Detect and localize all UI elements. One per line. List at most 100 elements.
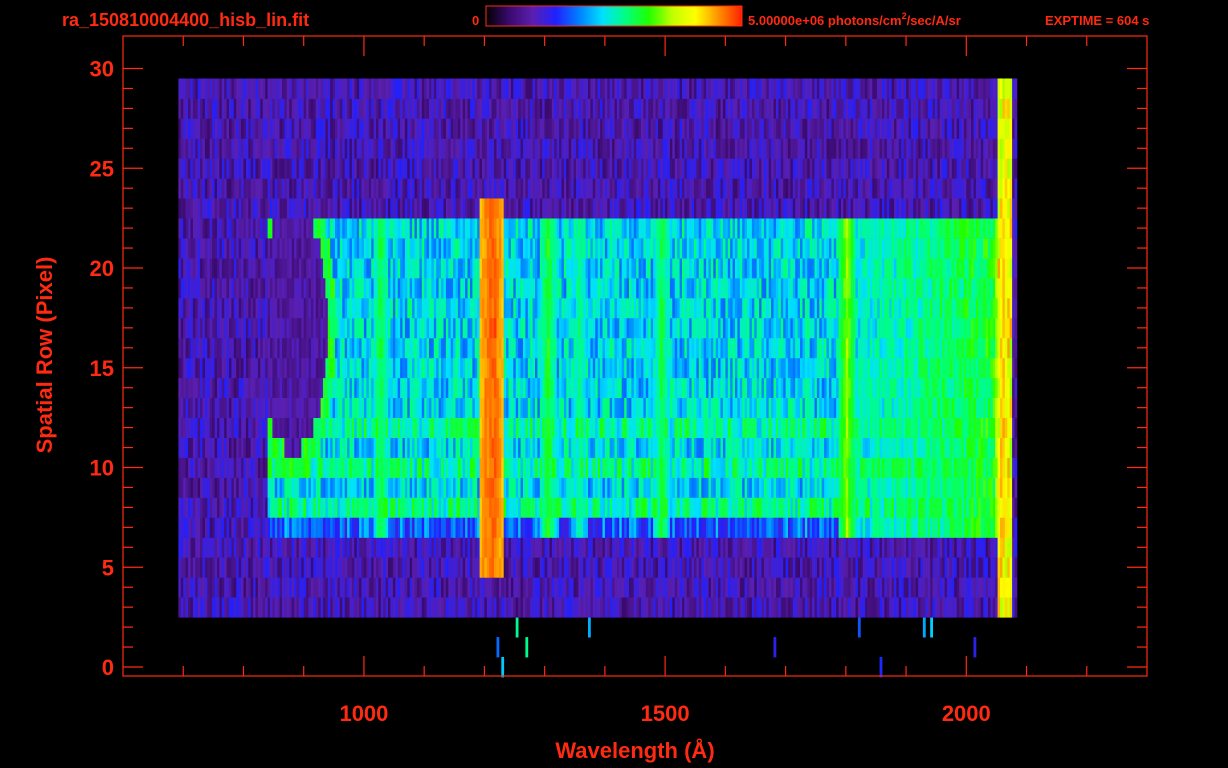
heatmap-cell — [983, 337, 986, 359]
heatmap-cell — [392, 537, 396, 558]
heatmap-cell — [250, 357, 254, 379]
heatmap-cell — [843, 337, 847, 359]
heatmap-cell — [877, 377, 880, 398]
heatmap-cell — [431, 437, 435, 458]
heatmap-cell — [518, 377, 521, 398]
heatmap-cell — [414, 397, 418, 418]
heatmap-cell — [489, 337, 492, 359]
heatmap-cell — [607, 397, 611, 418]
heatmap-cell — [975, 417, 979, 438]
heatmap-cell — [800, 537, 803, 558]
heatmap-cell — [898, 577, 902, 598]
heatmap-cell — [414, 497, 418, 518]
heatmap-cell — [310, 557, 314, 578]
heatmap-cell — [951, 337, 955, 359]
heatmap-cell — [453, 537, 456, 558]
heatmap-cell — [843, 577, 847, 598]
heatmap-cell — [684, 437, 688, 458]
heatmap-cell — [667, 517, 671, 538]
heatmap-cell — [433, 337, 437, 359]
heatmap-cell — [554, 517, 558, 538]
heatmap-cell — [202, 437, 206, 458]
heatmap-cell — [318, 477, 321, 498]
heatmap-cell — [641, 397, 644, 418]
heatmap-cell — [592, 377, 596, 398]
heatmap-cell — [898, 377, 902, 398]
heatmap-cell — [282, 457, 285, 478]
heatmap-cell — [833, 597, 837, 618]
heatmap-cell — [378, 477, 382, 498]
heatmap-cell — [684, 557, 688, 578]
heatmap-cell — [920, 497, 924, 518]
heatmap-cell — [503, 337, 507, 359]
heatmap-cell — [855, 457, 859, 478]
heatmap-cell — [590, 497, 594, 518]
heatmap-cell — [453, 517, 456, 538]
heatmap-cell — [248, 577, 252, 598]
heatmap-cell — [845, 357, 849, 379]
heatmap-cell — [356, 397, 360, 418]
heatmap-cell — [445, 497, 449, 518]
heatmap-cell — [402, 357, 406, 379]
heatmap-cell — [344, 417, 348, 438]
heatmap-cell — [301, 597, 305, 618]
heatmap-cell — [390, 337, 394, 359]
heatmap-cell — [759, 377, 762, 398]
heatmap-cell — [992, 517, 996, 538]
heatmap-cell — [800, 477, 803, 498]
heatmap-cell — [896, 417, 900, 438]
heatmap-cell — [980, 477, 984, 498]
heatmap-cell — [631, 537, 635, 558]
heatmap-cell — [484, 577, 488, 598]
heatmap-image — [178, 78, 1018, 678]
heatmap-cell — [843, 557, 847, 578]
heatmap-cell — [392, 377, 396, 398]
heatmap-cell — [949, 377, 953, 398]
heatmap-cell — [436, 597, 439, 618]
heatmap-cell — [354, 497, 358, 518]
heatmap-cell — [855, 397, 859, 418]
heatmap-cell — [438, 597, 442, 618]
heatmap-cell — [282, 337, 285, 359]
heatmap-cell — [800, 377, 803, 398]
heatmap-cell — [720, 457, 724, 478]
heatmap-cell — [224, 597, 227, 618]
heatmap-cell — [576, 557, 579, 578]
heatmap-cell — [816, 597, 820, 618]
heatmap-cell — [850, 497, 854, 518]
heatmap-cell — [845, 397, 849, 418]
heatmap-cell — [696, 437, 700, 458]
heatmap-cell — [236, 437, 239, 458]
heatmap-cell — [433, 377, 437, 398]
heatmap-cell — [556, 597, 560, 618]
heatmap-cell — [354, 537, 358, 558]
heatmap-cell — [812, 577, 815, 598]
heatmap-cell — [869, 337, 873, 359]
heatmap-cell — [578, 437, 582, 458]
heatmap-cell — [600, 517, 603, 538]
heatmap-cell — [643, 377, 647, 398]
heatmap-cell — [973, 357, 977, 379]
heatmap-cell — [253, 557, 256, 578]
heatmap-cell — [949, 557, 953, 578]
heatmap-cell — [677, 597, 680, 618]
heatmap-cell — [335, 377, 338, 398]
heatmap-cell — [465, 417, 468, 438]
heatmap-cell — [638, 377, 642, 398]
heatmap-cell — [544, 417, 548, 438]
heatmap-cell — [983, 497, 986, 518]
heatmap-cell — [250, 377, 254, 398]
heatmap-cell — [477, 337, 480, 359]
heatmap-cell — [961, 417, 965, 438]
heatmap-cell — [694, 497, 697, 518]
heatmap-cell — [279, 377, 283, 398]
heatmap-cell — [867, 457, 871, 478]
heatmap-cell — [973, 597, 977, 618]
heatmap-cell — [771, 517, 774, 538]
heatmap-cell — [978, 377, 982, 398]
heatmap-cell — [532, 437, 536, 458]
heatmap-cell — [219, 337, 223, 359]
heatmap-cell — [253, 397, 256, 418]
heatmap-cell — [860, 397, 864, 418]
heatmap-cell — [710, 577, 714, 598]
